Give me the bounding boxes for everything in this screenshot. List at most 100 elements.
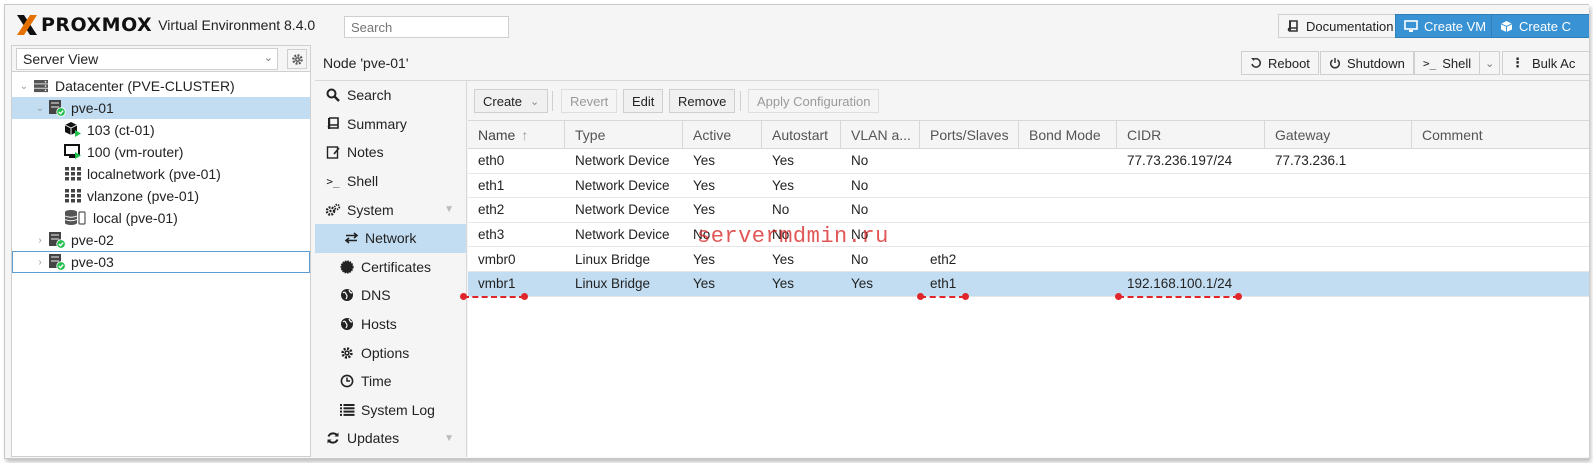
node-online-icon [48, 253, 66, 271]
menu-item-notes[interactable]: Notes [315, 138, 466, 167]
cell-ports-slaves [920, 223, 1019, 247]
documentation-button[interactable]: Documentation [1278, 14, 1403, 38]
toolbar-divider [740, 91, 741, 111]
storage-icon [64, 209, 88, 227]
tree-item-pve-03[interactable]: › pve-03 [12, 251, 310, 273]
menu-item-dns[interactable]: DNS [315, 281, 466, 310]
toolbar-divider [552, 91, 553, 111]
table-row[interactable]: eth2 Network Device Yes No No [468, 198, 1589, 223]
cell-type: Network Device [575, 227, 670, 243]
create-button[interactable]: Create ⌄ [474, 89, 549, 113]
tree-settings-button[interactable] [287, 49, 307, 69]
shutdown-button[interactable]: Shutdown [1320, 51, 1414, 75]
datacenter-icon [32, 77, 50, 95]
expand-icon[interactable]: › [34, 235, 46, 246]
menu-item-search[interactable]: Search [315, 81, 466, 110]
revert-button[interactable]: Revert [561, 89, 618, 113]
table-row[interactable]: eth1 Network Device Yes Yes No [468, 174, 1589, 199]
collapse-caret-icon[interactable]: ▼ [444, 204, 454, 215]
apply-configuration-button[interactable]: Apply Configuration [748, 89, 880, 113]
table-row[interactable]: eth0 Network Device Yes Yes No 77.73.236.197/… [468, 149, 1589, 174]
clock-icon [339, 373, 355, 389]
column-header-vlan-aware[interactable]: VLAN a... [841, 121, 920, 149]
menu-item-system-log[interactable]: System Log [315, 396, 466, 425]
tree-item-label: pve-01 [71, 100, 114, 116]
sdn-zone-icon [64, 187, 82, 205]
resource-tree: ⌄ Datacenter (PVE-CLUSTER) ⌄ pve-01 103 [12, 75, 310, 273]
menu-item-shell[interactable]: >_ Shell [315, 167, 466, 196]
column-header-name[interactable]: Name ↑ [468, 121, 565, 149]
column-header-comment[interactable]: Comment [1412, 121, 1589, 149]
cell-bond-mode [1019, 174, 1117, 198]
edit-button[interactable]: Edit [623, 89, 664, 113]
tree-item-vm-100[interactable]: 100 (vm-router) [12, 141, 310, 163]
globe-icon [339, 287, 355, 303]
menu-item-hosts[interactable]: Hosts [315, 310, 466, 339]
chevron-down-icon[interactable]: ⌄ [1479, 52, 1499, 74]
column-header-ports-slaves[interactable]: Ports/Slaves [920, 121, 1019, 149]
tree-item-ct-103[interactable]: 103 (ct-01) [12, 119, 310, 141]
view-select[interactable]: Server View ⌄ [16, 48, 278, 70]
menu-item-time[interactable]: Time [315, 367, 466, 396]
ellipsis-vertical-icon: ⋮ [1511, 55, 1524, 70]
cell-ports-slaves: eth2 [930, 251, 957, 267]
view-select-value: Server View [23, 51, 99, 67]
network-toolbar: Create ⌄ Revert Edit Remove Apply Config… [468, 81, 1589, 121]
tree-item-vlanzone[interactable]: vlanzone (pve-01) [12, 185, 310, 207]
annotation-underline-ports [920, 296, 965, 298]
cell-active: Yes [693, 153, 716, 169]
tree-item-pve-02[interactable]: › pve-02 [12, 229, 310, 251]
tree-item-datacenter[interactable]: ⌄ Datacenter (PVE-CLUSTER) [12, 75, 310, 97]
column-header-active[interactable]: Active [683, 121, 762, 149]
expand-icon[interactable]: › [34, 257, 46, 268]
tree-item-pve-01[interactable]: ⌄ pve-01 [12, 97, 310, 119]
tree-item-localnetwork[interactable]: localnetwork (pve-01) [12, 163, 310, 185]
column-header-gateway[interactable]: Gateway [1265, 121, 1412, 149]
menu-item-network[interactable]: Network [315, 223, 466, 253]
collapse-icon[interactable]: ⌄ [18, 81, 30, 92]
product-version: Virtual Environment 8.4.0 [158, 17, 316, 33]
menu-item-label: Time [361, 373, 392, 390]
cell-autostart: Yes [772, 276, 795, 292]
table-row[interactable]: vmbr1 Linux Bridge Yes Yes Yes eth1 192.168.10… [468, 271, 1589, 297]
bulk-actions-button[interactable]: ⋮ Bulk Ac [1502, 51, 1589, 75]
tree-item-label: Datacenter (PVE-CLUSTER) [55, 78, 235, 94]
list-icon [339, 402, 355, 418]
table-row[interactable]: eth3 Network Device No No No [468, 223, 1589, 248]
sdn-zone-icon [64, 165, 82, 183]
annotation-underline-cidr [1118, 296, 1239, 298]
collapse-caret-icon[interactable]: ▼ [444, 433, 454, 444]
table-row[interactable]: vmbr0 Linux Bridge Yes Yes No eth2 [468, 247, 1589, 272]
cell-gateway [1265, 247, 1412, 271]
menu-item-summary[interactable]: Summary [315, 110, 466, 139]
remove-button[interactable]: Remove [669, 89, 736, 113]
network-panel: Create ⌄ Revert Edit Remove Apply Config… [468, 81, 1589, 457]
view-bar: Server View ⌄ [12, 46, 310, 72]
book-icon [1287, 19, 1298, 32]
menu-item-updates[interactable]: Updates ▼ [315, 424, 466, 453]
shell-button[interactable]: >_ Shell ⌄ [1414, 51, 1501, 75]
cell-comment [1412, 223, 1589, 247]
menu-item-certificates[interactable]: Certificates [315, 253, 466, 282]
global-search-input[interactable] [344, 16, 509, 38]
cube-icon [1500, 20, 1513, 32]
bulk-actions-label: Bulk Ac [1532, 55, 1576, 71]
column-header-type[interactable]: Type [565, 121, 683, 149]
menu-item-label: Updates [347, 430, 400, 447]
cell-type: Network Device [575, 202, 670, 218]
menu-item-options[interactable]: Options [315, 338, 466, 367]
menu-item-system[interactable]: System ▼ [315, 195, 466, 224]
create-ct-button[interactable]: Create C [1491, 14, 1589, 38]
proxmox-logo[interactable]: PROXMOX Virtual Environment 8.4.0 [15, 13, 315, 37]
create-vm-button[interactable]: Create VM [1395, 14, 1496, 38]
cell-comment [1412, 198, 1589, 222]
column-header-cidr[interactable]: CIDR [1117, 121, 1265, 149]
menu-item-label: System Log [361, 401, 435, 418]
reboot-button[interactable]: Reboot [1241, 51, 1319, 75]
cell-cidr [1117, 198, 1265, 222]
collapse-icon[interactable]: ⌄ [34, 103, 46, 114]
tree-item-local-storage[interactable]: local (pve-01) [12, 207, 310, 229]
column-header-autostart[interactable]: Autostart [762, 121, 841, 149]
column-header-bond-mode[interactable]: Bond Mode [1019, 121, 1117, 149]
cell-vlan-aware: No [851, 153, 869, 169]
